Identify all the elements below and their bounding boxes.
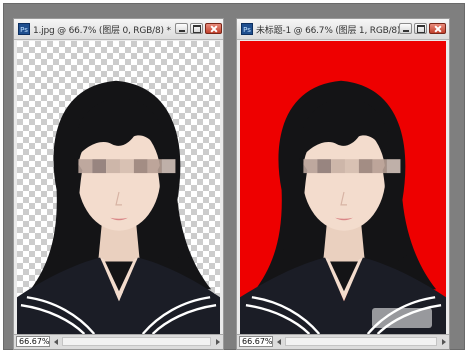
scroll-right-arrow-icon[interactable] [216,339,220,345]
status-bar: 66.67% [14,334,223,349]
restore-icon[interactable] [414,23,427,34]
scroll-left-arrow-icon[interactable] [54,339,58,345]
photoshop-document-icon: Ps [18,23,30,35]
horizontal-scrollbar[interactable] [285,337,437,346]
portrait-photo [17,80,220,334]
restore-icon[interactable] [190,23,203,34]
portrait-photo [240,80,446,334]
scroll-right-arrow-icon[interactable] [442,339,446,345]
close-icon[interactable] [429,23,446,34]
horizontal-scrollbar[interactable] [62,337,211,346]
scroll-left-arrow-icon[interactable] [277,339,281,345]
image-canvas[interactable] [240,41,446,334]
minimize-icon[interactable] [399,23,412,34]
document-window-right[interactable]: Ps 未标题-1 @ 66.7% (图层 1, RGB/8) * 66.67% [236,18,450,350]
eye-mosaic [303,159,401,174]
document-title-bar[interactable]: Ps 未标题-1 @ 66.7% (图层 1, RGB/8) * [237,19,449,40]
watermark-blur [372,308,432,328]
photoshop-document-icon: Ps [241,23,253,35]
zoom-field[interactable]: 66.67% [16,336,50,347]
document-title: 1.jpg @ 66.7% (图层 0, RGB/8) * [33,26,171,36]
document-title-bar[interactable]: Ps 1.jpg @ 66.7% (图层 0, RGB/8) * [14,19,223,40]
document-window-left[interactable]: Ps 1.jpg @ 66.7% (图层 0, RGB/8) * 66.67% [13,18,224,350]
image-canvas[interactable] [17,41,220,334]
photoshop-workspace: Ps 1.jpg @ 66.7% (图层 0, RGB/8) * 66.67% … [3,3,465,350]
minimize-icon[interactable] [175,23,188,34]
status-bar: 66.67% [237,334,449,349]
zoom-field[interactable]: 66.67% [239,336,273,347]
eye-mosaic [78,159,176,174]
close-icon[interactable] [205,23,222,34]
document-title: 未标题-1 @ 66.7% (图层 1, RGB/8) * [256,26,408,36]
